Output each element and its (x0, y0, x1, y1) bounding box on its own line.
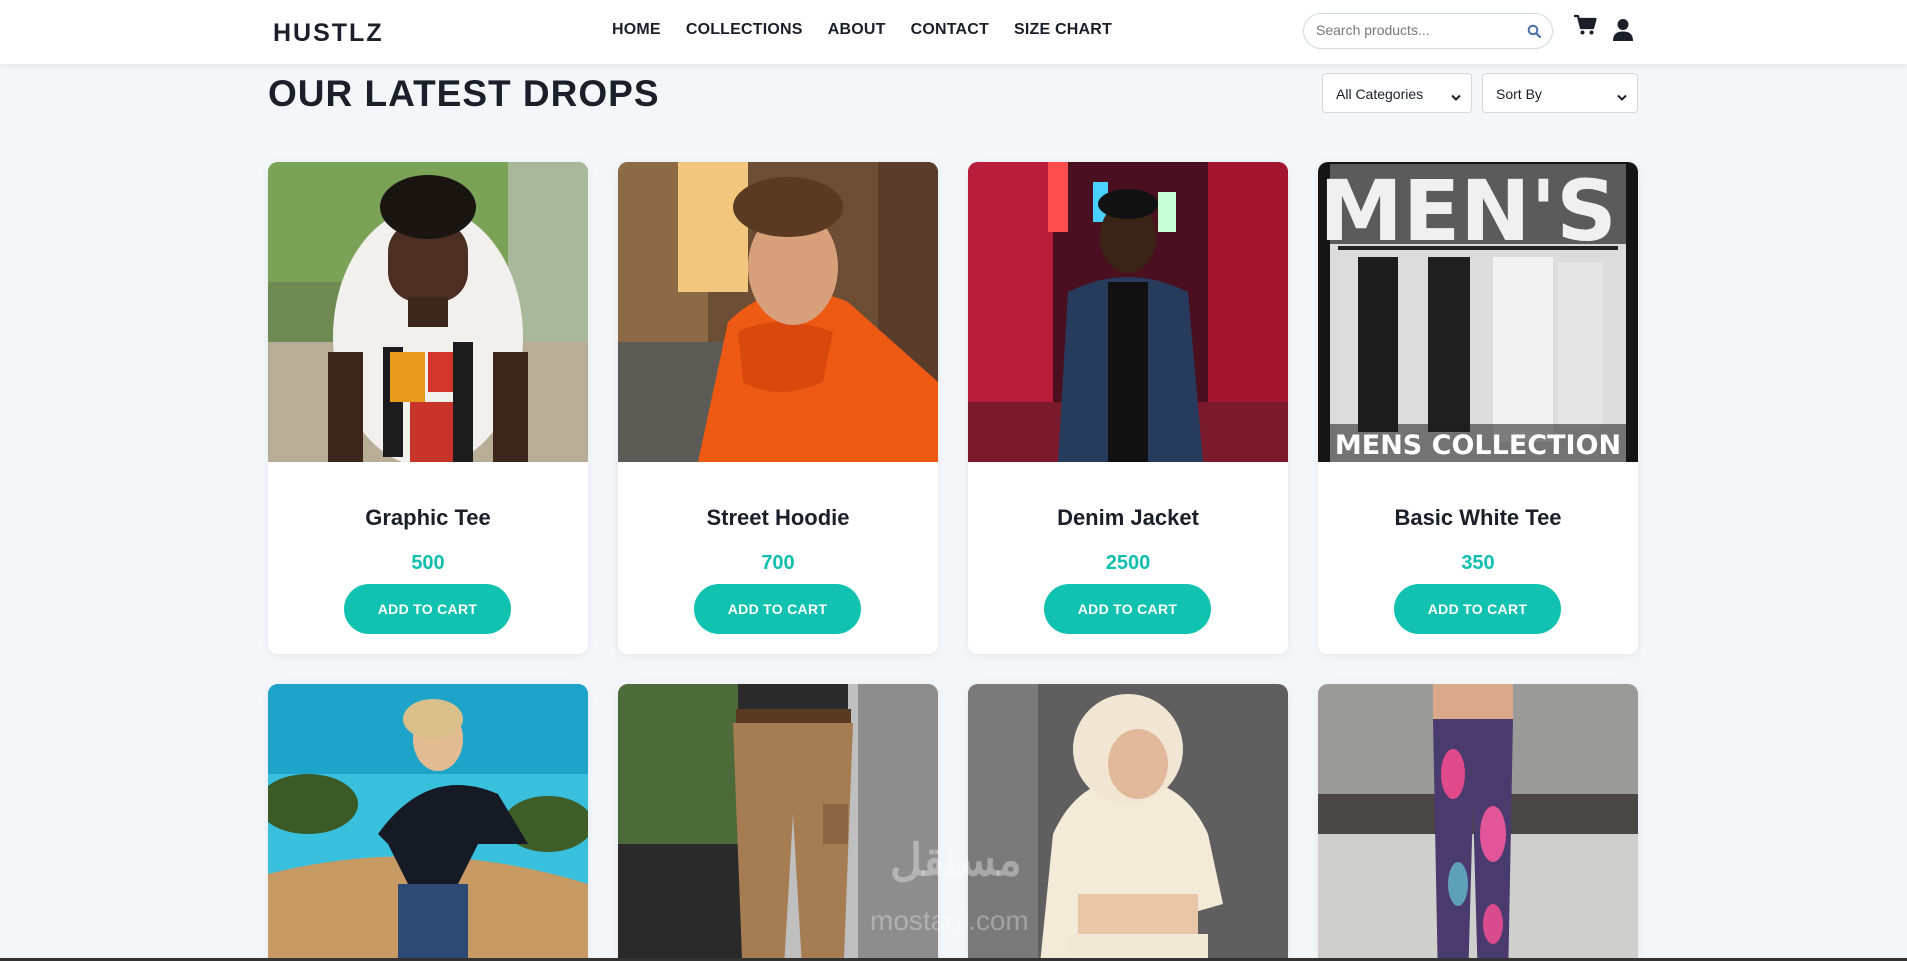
product-name[interactable]: Graphic Tee (268, 505, 588, 531)
product-price: 700 (761, 552, 795, 574)
nav-size-chart[interactable]: SIZE CHART (1014, 21, 1112, 39)
product-price: 350 (1461, 552, 1495, 574)
search-box (1303, 13, 1553, 49)
add-to-cart-button[interactable]: ADD TO CART (344, 584, 511, 634)
search-icon[interactable] (1527, 24, 1542, 39)
product-name[interactable]: Street Hoodie (618, 505, 938, 531)
image-text-bottom: MENS COLLECTION (1335, 430, 1621, 461)
product-name[interactable]: Denim Jacket (968, 505, 1288, 531)
product-card[interactable] (268, 684, 588, 961)
category-select[interactable]: All Categories (1322, 73, 1472, 113)
chevron-down-icon (1451, 89, 1461, 101)
sort-select-value: Sort By (1496, 86, 1542, 102)
user-icon[interactable] (1612, 18, 1634, 42)
product-image[interactable] (268, 684, 588, 961)
watermark-arabic: مستقل (890, 836, 1022, 885)
product-card[interactable] (1318, 684, 1638, 961)
product-card[interactable]: Graphic Tee 500 ADD TO CART (268, 162, 588, 654)
nav-collections[interactable]: COLLECTIONS (686, 21, 803, 39)
image-text-top: MEN'S (1319, 162, 1617, 260)
main-nav: HOME COLLECTIONS ABOUT CONTACT SIZE CHAR… (612, 21, 1137, 39)
nav-contact[interactable]: CONTACT (911, 21, 989, 39)
product-image[interactable] (1318, 684, 1638, 961)
product-price: 2500 (1105, 552, 1151, 574)
add-to-cart-button[interactable]: ADD TO CART (1044, 584, 1211, 634)
nav-about[interactable]: ABOUT (828, 21, 886, 39)
search-input[interactable] (1316, 22, 1516, 38)
nav-home[interactable]: HOME (612, 21, 661, 39)
site-logo[interactable]: HUSTLZ (273, 19, 384, 48)
product-name[interactable]: Basic White Tee (1318, 505, 1638, 531)
product-card[interactable]: Denim Jacket 2500 ADD TO CART (968, 162, 1288, 654)
product-image[interactable] (618, 162, 938, 462)
product-image[interactable] (268, 162, 588, 462)
product-image[interactable] (968, 162, 1288, 462)
sort-select[interactable]: Sort By (1482, 73, 1638, 113)
cart-icon[interactable] (1573, 14, 1597, 36)
chevron-down-icon (1617, 89, 1627, 101)
category-select-value: All Categories (1336, 86, 1424, 102)
add-to-cart-button[interactable]: ADD TO CART (1394, 584, 1561, 634)
product-card[interactable]: MEN'S MENS COLLECTION Basic White Tee 35… (1318, 162, 1638, 654)
site-header: HUSTLZ HOME COLLECTIONS ABOUT CONTACT SI… (0, 0, 1907, 64)
product-price: 500 (411, 552, 445, 574)
product-image[interactable]: MEN'S MENS COLLECTION (1318, 162, 1638, 462)
page-title: OUR LATEST DROPS (268, 73, 660, 114)
watermark-latin: mostaql.com (870, 905, 1029, 936)
add-to-cart-button[interactable]: ADD TO CART (694, 584, 861, 634)
product-card[interactable]: Street Hoodie 700 ADD TO CART (618, 162, 938, 654)
